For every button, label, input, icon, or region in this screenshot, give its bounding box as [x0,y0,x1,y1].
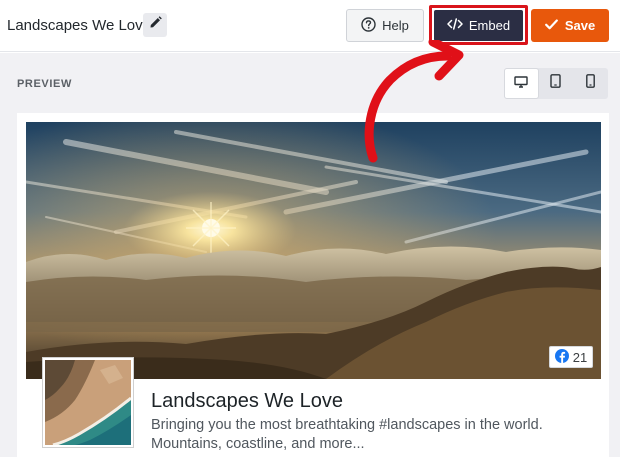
feed-description: Bringing you the most breathtaking #land… [151,417,543,452]
top-bar: Landscapes We Love Help Embed Save [0,0,620,52]
feed-title: Landscapes We Love [151,390,343,412]
facebook-icon [554,348,569,366]
red-arrow-annotation [364,40,464,163]
help-button[interactable]: Help [346,9,424,42]
embed-button[interactable]: Embed [434,10,523,41]
device-switcher [504,68,608,99]
tablet-icon [550,74,562,93]
mobile-icon [586,74,595,93]
edit-name-button[interactable] [143,13,167,37]
question-circle-icon [361,16,376,35]
cover-photo [26,122,601,379]
coastline-aerial-image [45,360,131,445]
code-icon [447,18,463,33]
mobile-view-button[interactable] [573,68,608,99]
tablet-view-button[interactable] [539,68,574,99]
save-button[interactable]: Save [531,9,609,42]
preview-label: PREVIEW [17,78,72,90]
desktop-view-button[interactable] [504,68,539,99]
checkmark-icon [544,18,558,33]
feed-name: Landscapes We Love [7,17,151,34]
avatar [43,358,133,447]
help-label: Help [382,18,409,33]
embed-label: Embed [468,18,511,33]
save-label: Save [564,18,596,33]
facebook-likes-badge[interactable]: 21 [549,346,593,368]
desktop-icon [514,75,528,93]
sunset-landscape-image [26,122,601,379]
pencil-icon [149,16,162,34]
facebook-count: 21 [572,349,588,365]
